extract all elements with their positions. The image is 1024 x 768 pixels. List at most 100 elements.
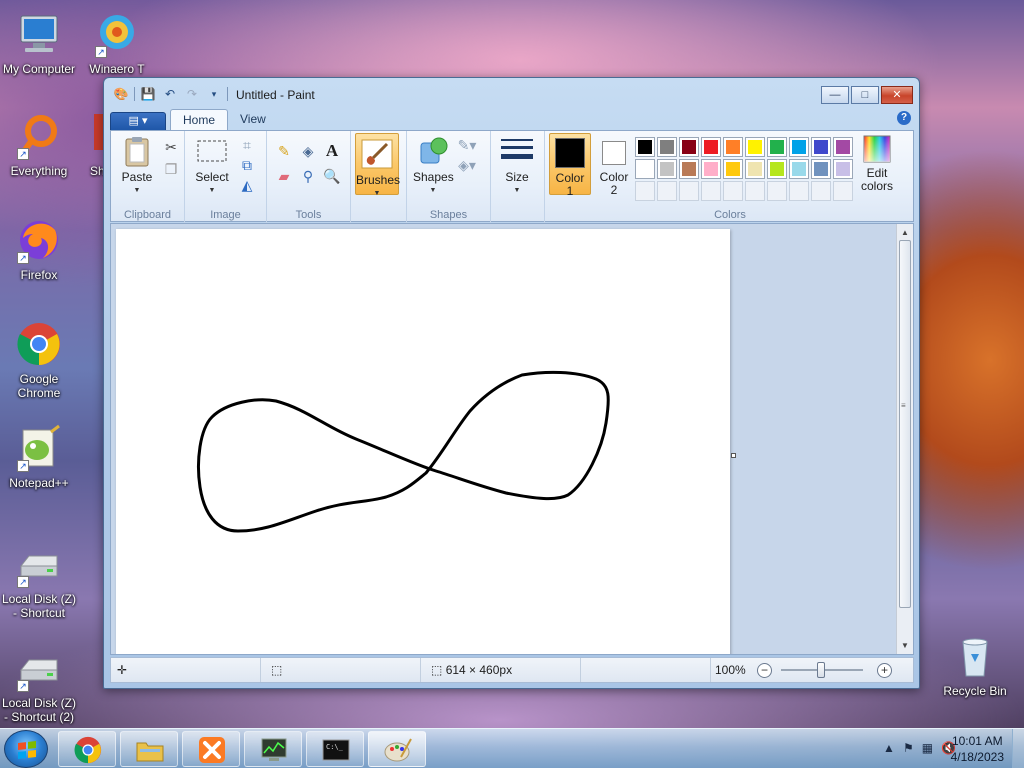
palette-swatch[interactable] — [679, 159, 699, 179]
undo-icon[interactable]: ↶ — [161, 86, 179, 102]
tab-home[interactable]: Home — [170, 109, 229, 131]
palette-swatch[interactable] — [833, 159, 853, 179]
palette-swatch[interactable] — [811, 137, 831, 157]
start-button[interactable] — [4, 730, 48, 768]
edit-colors-button[interactable]: Edit colors — [857, 135, 897, 193]
desktop-icon-google-chrome[interactable]: Google Chrome — [0, 320, 78, 400]
palette-swatch-empty[interactable] — [701, 181, 721, 201]
copy-icon[interactable]: ❐ — [161, 159, 181, 179]
size-button[interactable]: Size ▼ — [497, 135, 537, 197]
rotate-icon[interactable]: ◭ — [237, 175, 257, 195]
paint-app-icon[interactable]: 🎨 — [112, 86, 130, 102]
palette-swatch-empty[interactable] — [679, 181, 699, 201]
taskbar-paint[interactable] — [368, 731, 426, 767]
zoom-in-button[interactable]: + — [877, 663, 892, 678]
palette-swatch[interactable] — [723, 159, 743, 179]
save-icon[interactable]: 💾 — [139, 86, 157, 102]
color-picker-icon[interactable]: ⚲ — [297, 164, 319, 186]
brushes-button[interactable]: Brushes ▼ — [355, 133, 400, 197]
palette-swatch[interactable] — [679, 137, 699, 157]
action-center-flag-icon[interactable]: ⚑ — [903, 741, 914, 755]
scroll-down-icon[interactable]: ▼ — [897, 637, 913, 654]
palette-swatch-empty[interactable] — [767, 181, 787, 201]
canvas-resize-handle[interactable] — [731, 453, 736, 458]
desktop-icon-local-disk-shortcut[interactable]: ↗ Local Disk (Z) - Shortcut — [0, 540, 78, 620]
help-icon[interactable]: ? — [897, 111, 911, 125]
taskbar-chrome[interactable] — [58, 731, 116, 767]
desktop-icon-partial[interactable]: Sh — [78, 112, 104, 178]
palette-swatch[interactable] — [657, 159, 677, 179]
fill-icon[interactable]: ◈▾ — [457, 155, 477, 175]
palette-swatch[interactable] — [745, 159, 765, 179]
swatch-color — [704, 162, 718, 176]
zoom-out-button[interactable]: − — [757, 663, 772, 678]
palette-swatch[interactable] — [833, 137, 853, 157]
desktop-icon-local-disk-shortcut-2[interactable]: ↗ Local Disk (Z) - Shortcut (2) — [0, 644, 78, 724]
text-icon[interactable]: A — [321, 139, 343, 161]
swatch-color — [660, 162, 674, 176]
desktop-icon-notepadpp[interactable]: ↗ Notepad++ — [0, 424, 78, 490]
palette-swatch[interactable] — [701, 137, 721, 157]
taskbar-clock[interactable]: 10:01 AM 4/18/2023 — [951, 733, 1004, 765]
desktop-icon-recycle-bin[interactable]: Recycle Bin — [936, 632, 1014, 698]
color-2-button[interactable]: Color 2 — [593, 133, 635, 197]
fill-bucket-icon[interactable]: ◈ — [297, 139, 319, 161]
palette-swatch-empty[interactable] — [657, 181, 677, 201]
palette-swatch[interactable] — [657, 137, 677, 157]
zoom-level: 100% — [715, 663, 746, 677]
palette-swatch[interactable] — [635, 159, 655, 179]
palette-swatch-empty[interactable] — [789, 181, 809, 201]
palette-swatch[interactable] — [745, 137, 765, 157]
scroll-up-icon[interactable]: ▲ — [897, 224, 913, 241]
palette-swatch-empty[interactable] — [723, 181, 743, 201]
pencil-icon[interactable]: ✎ — [273, 139, 295, 161]
shapes-button[interactable]: Shapes ▼ — [413, 135, 454, 197]
zoom-slider-thumb[interactable] — [817, 662, 825, 678]
show-desktop-button[interactable] — [1012, 729, 1024, 768]
network-icon[interactable]: ▦ — [922, 741, 933, 755]
palette-swatch-empty[interactable] — [833, 181, 853, 201]
taskbar-command-prompt[interactable]: C:\_ — [306, 731, 364, 767]
color-1-button[interactable]: Color 1 — [549, 133, 591, 198]
desktop-icon-my-computer[interactable]: My Computer — [0, 10, 78, 76]
cut-icon[interactable]: ✂ — [161, 137, 181, 157]
taskbar-xampp[interactable] — [182, 731, 240, 767]
desktop-icon-label: Local Disk (Z) - Shortcut (2) — [1, 696, 76, 724]
palette-swatch[interactable] — [789, 159, 809, 179]
palette-swatch[interactable] — [767, 137, 787, 157]
palette-swatch[interactable] — [767, 159, 787, 179]
palette-swatch-empty[interactable] — [745, 181, 765, 201]
crop-icon[interactable]: ⌗ — [237, 135, 257, 155]
eraser-icon[interactable]: ▰ — [273, 164, 295, 186]
tab-view[interactable]: View — [228, 109, 278, 131]
paste-button[interactable]: Paste ▼ — [117, 135, 157, 197]
show-hidden-icons-icon[interactable]: ▲ — [883, 741, 895, 755]
paint-menu-button[interactable]: ▤ ▾ — [110, 112, 166, 131]
palette-swatch-empty[interactable] — [635, 181, 655, 201]
taskbar-file-explorer[interactable] — [120, 731, 178, 767]
desktop-icon-firefox[interactable]: ↗ Firefox — [0, 216, 78, 282]
resize-icon[interactable]: ⧉ — [237, 155, 257, 175]
magnifier-icon[interactable]: 🔍 — [321, 164, 343, 186]
palette-swatch[interactable] — [723, 137, 743, 157]
customize-qat-icon[interactable]: ▾ — [205, 86, 223, 102]
palette-swatch[interactable] — [635, 137, 655, 157]
drawing-canvas[interactable] — [116, 229, 730, 654]
minimize-button[interactable]: — — [821, 86, 849, 104]
palette-swatch[interactable] — [811, 159, 831, 179]
desktop-icon-winaero[interactable]: ↗ Winaero T — [78, 10, 156, 76]
select-button[interactable]: Select ▼ — [193, 135, 231, 197]
palette-swatch[interactable] — [789, 137, 809, 157]
desktop-icon-everything[interactable]: ↗ Everything — [0, 112, 78, 178]
vertical-scrollbar[interactable]: ▲ ≡ ▼ — [896, 224, 913, 654]
swatch-color — [726, 140, 740, 154]
outline-icon[interactable]: ✎▾ — [457, 135, 477, 155]
palette-swatch[interactable] — [701, 159, 721, 179]
scroll-thumb[interactable] — [899, 240, 911, 608]
redo-icon[interactable]: ↷ — [183, 86, 201, 102]
group-label: Tools — [295, 209, 322, 221]
maximize-button[interactable]: □ — [851, 86, 879, 104]
palette-swatch-empty[interactable] — [811, 181, 831, 201]
taskbar-task-manager[interactable] — [244, 731, 302, 767]
close-button[interactable]: ✕ — [881, 86, 913, 104]
